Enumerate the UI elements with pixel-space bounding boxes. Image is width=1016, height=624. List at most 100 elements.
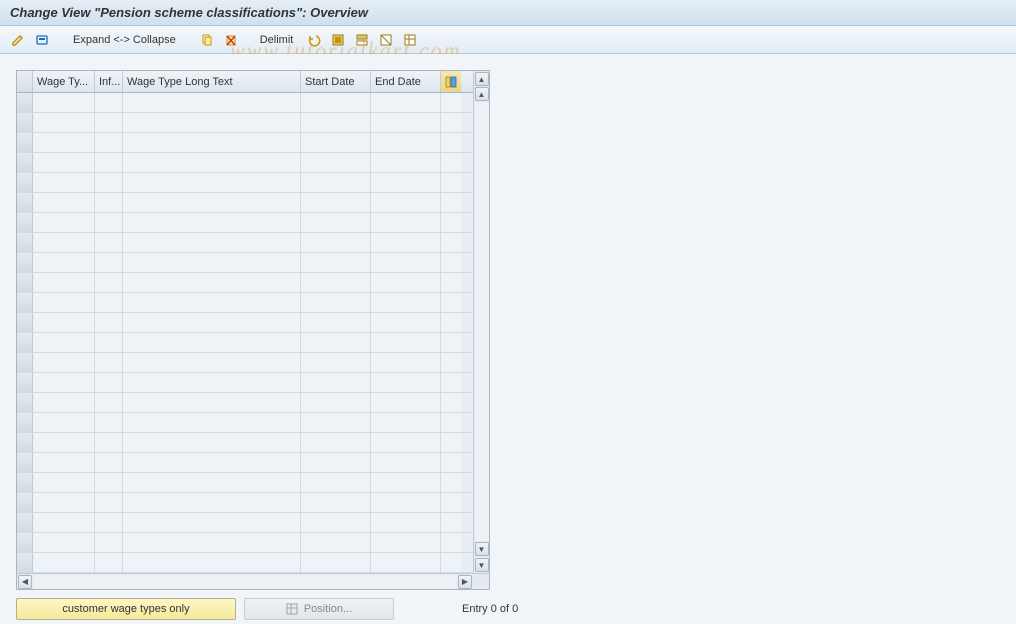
cell-start-date[interactable] (301, 213, 371, 232)
cell-infotype[interactable] (95, 213, 123, 232)
cell-wage-long[interactable] (123, 513, 301, 532)
toggle-display-change-icon[interactable] (8, 30, 28, 50)
cell-wage-type[interactable] (33, 373, 95, 392)
cell-wage-type[interactable] (33, 113, 95, 132)
table-config-icon[interactable] (441, 71, 461, 92)
cell-end-date[interactable] (371, 433, 441, 452)
cell-start-date[interactable] (301, 293, 371, 312)
table-row[interactable] (17, 333, 473, 353)
table-row[interactable] (17, 373, 473, 393)
customer-wage-types-button[interactable]: customer wage types only (16, 598, 236, 620)
select-block-icon[interactable] (352, 30, 372, 50)
cell-wage-long[interactable] (123, 393, 301, 412)
cell-infotype[interactable] (95, 553, 123, 572)
row-selector[interactable] (17, 493, 33, 512)
cell-start-date[interactable] (301, 133, 371, 152)
cell-end-date[interactable] (371, 253, 441, 272)
scroll-line-down-icon[interactable]: ▼ (475, 542, 489, 556)
cell-wage-long[interactable] (123, 273, 301, 292)
cell-wage-type[interactable] (33, 493, 95, 512)
scroll-track[interactable] (475, 102, 489, 541)
cell-wage-type[interactable] (33, 393, 95, 412)
cell-infotype[interactable] (95, 353, 123, 372)
cell-wage-long[interactable] (123, 93, 301, 112)
cell-wage-long[interactable] (123, 493, 301, 512)
table-row[interactable] (17, 353, 473, 373)
cell-end-date[interactable] (371, 173, 441, 192)
cell-infotype[interactable] (95, 193, 123, 212)
cell-wage-long[interactable] (123, 533, 301, 552)
cell-start-date[interactable] (301, 273, 371, 292)
row-selector[interactable] (17, 213, 33, 232)
other-view-icon[interactable] (32, 30, 52, 50)
table-row[interactable] (17, 473, 473, 493)
row-selector[interactable] (17, 373, 33, 392)
row-selector[interactable] (17, 353, 33, 372)
cell-wage-type[interactable] (33, 173, 95, 192)
cell-infotype[interactable] (95, 533, 123, 552)
scroll-right-icon[interactable]: ▶ (458, 575, 472, 589)
cell-wage-type[interactable] (33, 93, 95, 112)
cell-wage-type[interactable] (33, 533, 95, 552)
table-row[interactable] (17, 233, 473, 253)
select-all-icon[interactable] (328, 30, 348, 50)
cell-infotype[interactable] (95, 273, 123, 292)
cell-end-date[interactable] (371, 153, 441, 172)
cell-wage-long[interactable] (123, 353, 301, 372)
cell-wage-long[interactable] (123, 253, 301, 272)
row-selector[interactable] (17, 433, 33, 452)
cell-wage-type[interactable] (33, 353, 95, 372)
row-selector[interactable] (17, 453, 33, 472)
cell-start-date[interactable] (301, 533, 371, 552)
cell-wage-type[interactable] (33, 413, 95, 432)
cell-wage-type[interactable] (33, 453, 95, 472)
cell-wage-long[interactable] (123, 173, 301, 192)
table-settings-icon[interactable] (400, 30, 420, 50)
table-row[interactable] (17, 173, 473, 193)
cell-start-date[interactable] (301, 173, 371, 192)
cell-wage-type[interactable] (33, 333, 95, 352)
scroll-left-icon[interactable]: ◀ (18, 575, 32, 589)
row-selector-header[interactable] (17, 71, 33, 92)
cell-end-date[interactable] (371, 373, 441, 392)
vertical-scrollbar[interactable]: ▲ ▲ ▼ ▼ (473, 71, 489, 573)
cell-end-date[interactable] (371, 413, 441, 432)
row-selector[interactable] (17, 333, 33, 352)
table-row[interactable] (17, 113, 473, 133)
horizontal-scrollbar[interactable]: ◀ ▶ (17, 573, 489, 589)
deselect-all-icon[interactable] (376, 30, 396, 50)
table-row[interactable] (17, 413, 473, 433)
row-selector[interactable] (17, 273, 33, 292)
cell-infotype[interactable] (95, 333, 123, 352)
cell-end-date[interactable] (371, 473, 441, 492)
cell-wage-long[interactable] (123, 373, 301, 392)
col-start-date[interactable]: Start Date (301, 71, 371, 92)
cell-wage-long[interactable] (123, 553, 301, 572)
cell-start-date[interactable] (301, 433, 371, 452)
cell-infotype[interactable] (95, 253, 123, 272)
cell-end-date[interactable] (371, 273, 441, 292)
cell-wage-long[interactable] (123, 193, 301, 212)
cell-infotype[interactable] (95, 233, 123, 252)
cell-end-date[interactable] (371, 333, 441, 352)
cell-start-date[interactable] (301, 113, 371, 132)
row-selector[interactable] (17, 93, 33, 112)
cell-start-date[interactable] (301, 233, 371, 252)
col-wage-long-text[interactable]: Wage Type Long Text (123, 71, 301, 92)
cell-wage-type[interactable] (33, 553, 95, 572)
cell-infotype[interactable] (95, 413, 123, 432)
cell-wage-type[interactable] (33, 513, 95, 532)
table-row[interactable] (17, 493, 473, 513)
delete-icon[interactable] (221, 30, 241, 50)
cell-end-date[interactable] (371, 533, 441, 552)
cell-wage-long[interactable] (123, 213, 301, 232)
cell-wage-type[interactable] (33, 473, 95, 492)
table-row[interactable] (17, 513, 473, 533)
row-selector[interactable] (17, 393, 33, 412)
col-end-date[interactable]: End Date (371, 71, 441, 92)
cell-end-date[interactable] (371, 233, 441, 252)
cell-end-date[interactable] (371, 113, 441, 132)
cell-start-date[interactable] (301, 473, 371, 492)
hscroll-track[interactable] (33, 575, 457, 589)
scroll-line-up-icon[interactable]: ▲ (475, 87, 489, 101)
